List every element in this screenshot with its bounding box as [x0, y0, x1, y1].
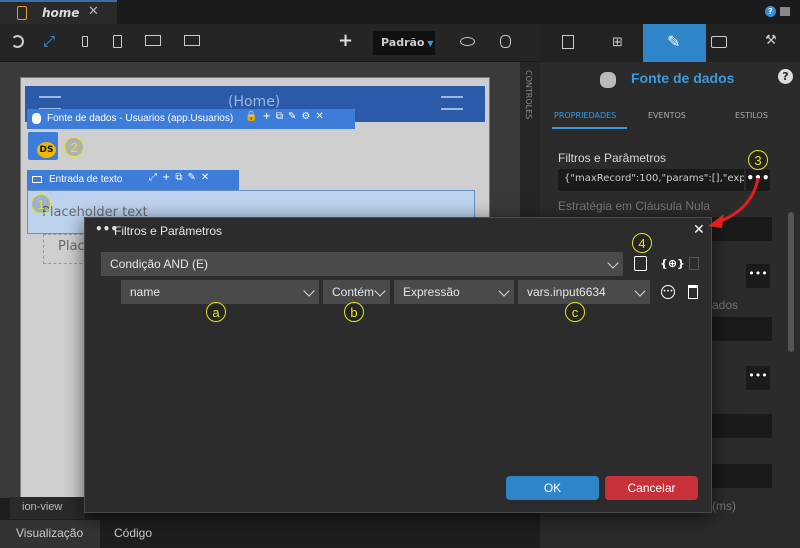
operator-select[interactable]: Contém: [323, 280, 390, 304]
ok-label: OK: [543, 481, 562, 495]
ds-component[interactable]: DS: [28, 132, 58, 160]
tree-icon[interactable]: ⊞: [612, 35, 623, 50]
field-select-4[interactable]: [710, 464, 772, 488]
field-select[interactable]: name: [121, 280, 319, 304]
ion-view-label: ion-view: [22, 501, 63, 513]
subtab-events[interactable]: EVENTOS: [648, 111, 686, 120]
tab-home-label: home: [42, 6, 80, 20]
file-icon: [17, 6, 27, 20]
menu-icon-left[interactable]: [39, 96, 61, 110]
condition-value: Condição AND (E): [110, 257, 209, 271]
dialog-title: Filtros e Parâmetros: [114, 224, 223, 238]
value-value: vars.input6634: [527, 285, 606, 299]
tools-icon[interactable]: ⚒: [765, 33, 777, 48]
marker-2: 2: [64, 137, 84, 157]
pencil-icon: ✎: [667, 32, 681, 51]
add-group-icon[interactable]: {⊕}: [660, 257, 685, 270]
datasource-actions[interactable]: 🔒+⧉✎⚙✕: [245, 111, 329, 122]
delete-row-icon[interactable]: [688, 285, 698, 299]
partial-label-2: (ms): [712, 499, 736, 513]
panel-scrollbar[interactable]: [788, 212, 794, 352]
ok-button[interactable]: OK: [506, 476, 599, 500]
marker-a: a: [206, 302, 226, 322]
marker-b: b: [344, 302, 364, 322]
tab-visualizacao[interactable]: Visualização: [0, 520, 100, 548]
marker-1: 1: [31, 194, 51, 214]
marker-4: 4: [632, 233, 652, 253]
tab-close-icon[interactable]: ✕: [88, 4, 99, 19]
marker-3: 3: [748, 150, 768, 170]
datasource-toolbar[interactable]: Fonte de dados - Usuarios (app.Usuarios)…: [27, 109, 355, 129]
desktop-icon[interactable]: [184, 35, 200, 46]
device-mode-label: Padrão: [381, 36, 425, 49]
type-select[interactable]: Expressão: [394, 280, 514, 304]
refresh-icon[interactable]: [11, 35, 24, 48]
input-actions[interactable]: ⤢+⧉✎✕: [149, 172, 214, 183]
subtab-properties[interactable]: PROPRIEDADES: [554, 111, 616, 120]
placeholder-text-2: Plac: [58, 239, 85, 254]
controls-label: CONTROLES: [524, 70, 533, 120]
type-value: Expressão: [403, 285, 460, 299]
field-value: name: [130, 285, 161, 299]
strategy-label: Estratégia em Cláusula Nula: [558, 199, 711, 213]
condition-select[interactable]: Condição AND (E): [101, 252, 623, 276]
panel-title: Fonte de dados: [631, 70, 735, 86]
ion-view-label-box: ion-view: [10, 497, 85, 519]
tablet-icon[interactable]: [145, 35, 161, 46]
chevron-down-icon: [634, 285, 646, 297]
value-select[interactable]: vars.input6634: [518, 280, 650, 304]
database-title-icon: [600, 72, 616, 88]
datasource-label: Fonte de dados - Usuarios (app.Usuarios): [47, 113, 234, 124]
panel-tabs: ⊞ ✎ ⚒: [540, 24, 800, 62]
tab-bar: [0, 0, 800, 24]
cancel-label: Cancelar: [627, 481, 676, 495]
field-select-2[interactable]: [710, 317, 772, 341]
field-select-3[interactable]: [710, 414, 772, 438]
help-icon[interactable]: ?: [765, 6, 776, 17]
add-icon[interactable]: +: [338, 30, 353, 51]
phone-title: (Home): [228, 94, 281, 110]
tab-edit[interactable]: ✎: [643, 24, 706, 62]
phone-icon[interactable]: [113, 35, 122, 48]
tab-home[interactable]: home ✕: [0, 0, 117, 24]
filters-label: Filtros e Parâmetros: [558, 151, 667, 165]
cancel-button[interactable]: Cancelar: [605, 476, 698, 500]
device-mode-select[interactable]: Padrão ▼: [373, 31, 435, 55]
delete-icon-disabled: [689, 257, 699, 270]
input-icon: [32, 176, 42, 183]
eye-slash-icon[interactable]: [460, 37, 475, 46]
filters-dialog: ••• Filtros e Parâmetros ✕ Condição AND …: [84, 217, 712, 513]
subtab-styles[interactable]: ESTILOS: [735, 111, 768, 120]
expand-icon[interactable]: ⤢: [43, 32, 55, 50]
caret-down-icon: ▼: [424, 39, 434, 48]
chevron-down-icon: [374, 285, 386, 297]
chevron-down-icon: [607, 257, 619, 269]
partial-label-1: ados: [712, 298, 739, 312]
input-toolbar[interactable]: Entrada de texto ⤢+⧉✎✕: [27, 170, 239, 190]
ds-badge: DS: [37, 142, 56, 158]
chevron-down-icon: [303, 285, 315, 297]
panel-toggle-icon[interactable]: [780, 7, 790, 16]
marker-c: c: [565, 302, 585, 322]
bottom-tabs: Visualização Código: [0, 520, 540, 548]
panel-help-icon[interactable]: ?: [778, 69, 793, 84]
field-more-button-1[interactable]: •••: [746, 264, 770, 288]
phone-small-icon[interactable]: [82, 36, 88, 47]
arrows-icon[interactable]: [711, 36, 727, 48]
chevron-down-icon: [498, 285, 510, 297]
menu-icon-right[interactable]: [441, 96, 463, 110]
input-toolbar-label: Entrada de texto: [49, 174, 123, 185]
tab-visualizacao-label: Visualização: [16, 526, 84, 540]
operator-value: Contém: [332, 285, 375, 299]
field-more-button-2[interactable]: •••: [746, 366, 770, 390]
more-options-icon[interactable]: •••: [661, 285, 675, 299]
import-icon[interactable]: [562, 35, 574, 49]
datasource-icon: [32, 113, 41, 124]
database-icon[interactable]: [500, 35, 511, 48]
toolbar: ⤢ + Padrão ▼: [0, 24, 540, 62]
tab-codigo[interactable]: Código: [114, 526, 152, 540]
red-arrow-annotation: [708, 177, 760, 228]
subtab-underline: [552, 127, 627, 129]
add-condition-icon[interactable]: [634, 256, 647, 271]
